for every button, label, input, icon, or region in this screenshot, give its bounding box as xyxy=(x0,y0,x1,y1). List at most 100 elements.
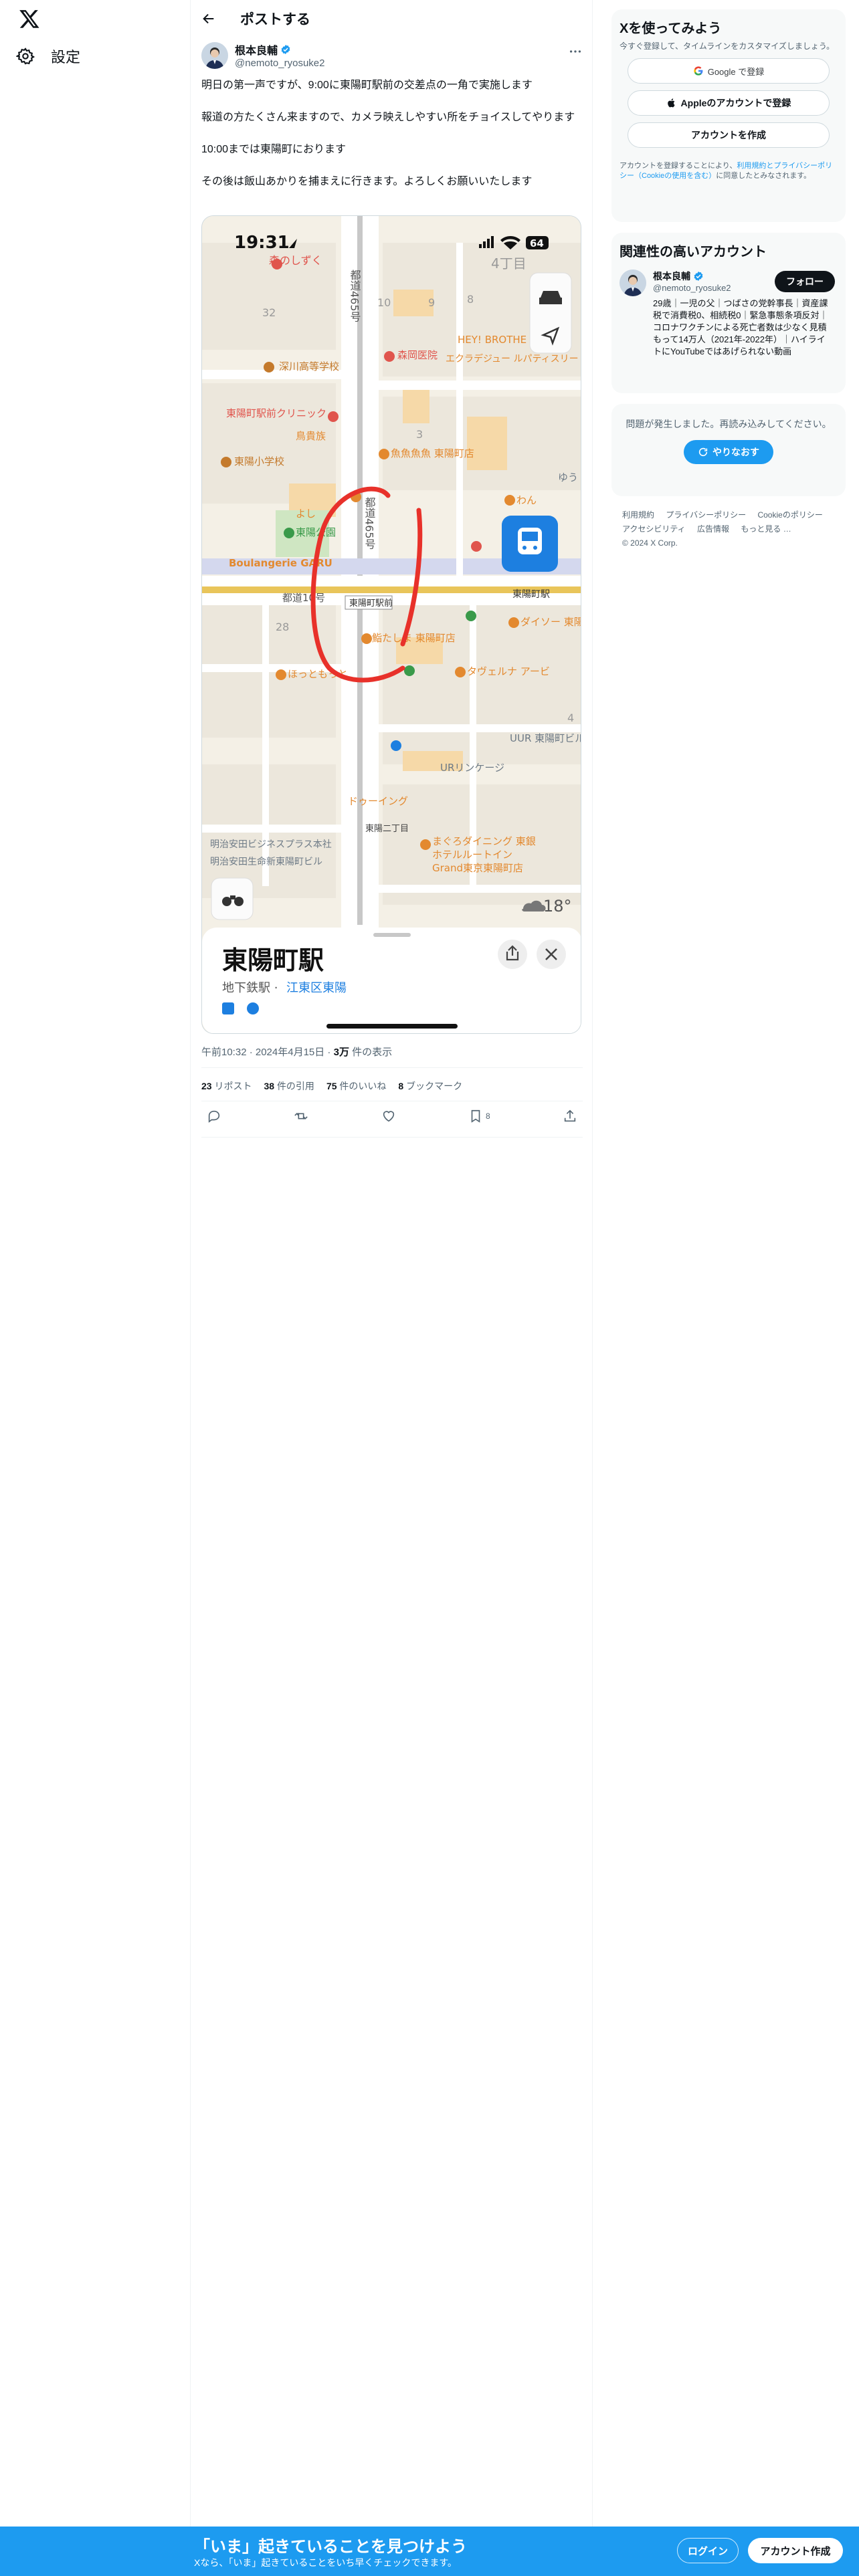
map-pin-icon[interactable] xyxy=(471,541,482,552)
map-label: 28 xyxy=(276,621,289,633)
tweet-media-image[interactable]: 19:31 64 4丁目 32 10 9 8 3 28 4 都道465号 都道4… xyxy=(201,215,581,1034)
relevant-account-row[interactable]: 根本良輔 @nemoto_ryosuke2 フォロー xyxy=(619,270,838,296)
stat-likes[interactable]: 75 件のいいね xyxy=(326,1079,386,1093)
footer-link[interactable]: プライバシーポリシー xyxy=(666,510,746,520)
map-place: わん xyxy=(516,494,537,506)
google-signup-button[interactable]: Google で登録 xyxy=(628,58,830,84)
footer-link[interactable]: Cookieのポリシー xyxy=(757,510,822,520)
map-label: 3 xyxy=(416,428,423,441)
more-options-icon[interactable] xyxy=(568,44,583,59)
error-message: 問題が発生しました。再読み込みしてください。 xyxy=(626,419,832,429)
stat-bookmarks[interactable]: 8 ブックマーク xyxy=(398,1079,462,1093)
create-account-label: アカウントを作成 xyxy=(691,130,766,140)
main-column: ポストする 根本良輔 @nemoto_ryosuke2 明日の第一声ですが、9:… xyxy=(190,0,593,2576)
footer-link[interactable]: 利用規約 xyxy=(622,510,654,520)
signup-terms: アカウントを登録することにより、利用規約とプライバシーポリシー（Cookieの使… xyxy=(619,162,833,180)
copyright: © 2024 X Corp. xyxy=(622,538,678,548)
like-button[interactable] xyxy=(381,1109,396,1123)
road-label: 都道465号 xyxy=(349,270,361,323)
map-place: 東陽町駅前クリニック xyxy=(226,407,326,419)
verified-badge-icon xyxy=(694,272,703,281)
map-label: 8 xyxy=(467,293,474,306)
footer-link[interactable]: 広告情報 xyxy=(697,524,729,534)
share-button[interactable] xyxy=(563,1109,577,1123)
signup-card: Xを使ってみよう 今すぐ登録して、タイムラインをカスタマイズしましょう。 Goo… xyxy=(611,9,846,222)
map-pin-icon[interactable] xyxy=(264,362,274,372)
banner-title: 「いま」起きていることを見つけよう xyxy=(194,2538,467,2556)
map-pin-icon[interactable] xyxy=(361,633,372,644)
map-place: エクラデジュー ルパティスリー xyxy=(446,353,579,364)
reply-button[interactable] xyxy=(207,1109,221,1123)
tweet-actions: 8 xyxy=(201,1109,583,1123)
follow-button[interactable]: フォロー xyxy=(775,271,835,292)
login-button[interactable]: ログイン xyxy=(677,2538,739,2563)
google-icon xyxy=(694,66,703,76)
map-pin-icon[interactable] xyxy=(404,665,415,676)
map-screenshot: 19:31 64 4丁目 32 10 9 8 3 28 4 都道465号 都道4… xyxy=(202,216,581,1033)
map-pin-icon[interactable] xyxy=(508,617,519,628)
map-pin-icon[interactable] xyxy=(466,611,476,621)
relevant-handle[interactable]: @nemoto_ryosuke2 xyxy=(653,283,731,293)
apple-icon xyxy=(667,98,675,108)
sheet-grabber[interactable] xyxy=(373,933,411,937)
map-pin-icon[interactable] xyxy=(384,351,395,362)
footer-link[interactable]: アクセシビリティ xyxy=(622,524,686,534)
apple-signup-button[interactable]: Appleのアカウントで登録 xyxy=(628,90,830,116)
signup-button[interactable]: アカウント作成 xyxy=(748,2538,843,2563)
map-place: 東陽二丁目 xyxy=(365,823,409,834)
map-pin-icon[interactable] xyxy=(272,259,282,270)
map-pin-icon[interactable] xyxy=(221,457,231,467)
map-pin-icon[interactable] xyxy=(455,667,466,677)
apple-signup-label: Appleのアカウントで登録 xyxy=(680,98,791,108)
map-place: UUR 東陽町ビル xyxy=(510,732,581,744)
error-card: 問題が発生しました。再読み込みしてください。 やりなおす xyxy=(611,404,846,496)
map-place: 鮨たしま 東陽町店 xyxy=(372,632,456,644)
road-label: 都道10号 xyxy=(282,592,325,604)
relevant-name[interactable]: 根本良輔 xyxy=(653,270,690,283)
map-place: よし xyxy=(296,508,316,520)
map-pin-icon[interactable] xyxy=(420,839,431,850)
map-controls[interactable] xyxy=(529,272,572,354)
map-pin-icon[interactable] xyxy=(328,411,339,422)
car-icon[interactable] xyxy=(539,291,562,304)
author-name[interactable]: 根本良輔 xyxy=(235,41,278,58)
views-count: 3万 xyxy=(333,1047,349,1058)
views-label: 件の表示 xyxy=(352,1047,393,1058)
stat-reposts[interactable]: 23 リポスト xyxy=(201,1079,252,1093)
tweet-author: 根本良輔 @nemoto_ryosuke2 xyxy=(201,41,583,69)
map-place: まぐろダイニング 東銀 xyxy=(432,835,536,847)
repost-icon xyxy=(294,1113,308,1119)
author-handle[interactable]: @nemoto_ryosuke2 xyxy=(235,58,324,69)
bookmark-button[interactable]: 8 xyxy=(468,1109,490,1123)
parking-icon[interactable] xyxy=(391,740,401,751)
footer-link[interactable]: もっと見る … xyxy=(741,524,791,534)
tweet-paragraph: 明日の第一声ですが、9:00に東陽町駅前の交差点の一角で実施します xyxy=(201,80,533,91)
tweet-paragraph: 10:00までは東陽町におります xyxy=(201,144,347,155)
map-pin-icon[interactable] xyxy=(379,449,389,459)
map-pin-icon[interactable] xyxy=(276,669,286,680)
sheet-subtitle-link[interactable]: 江東区東陽 xyxy=(286,981,347,995)
status-time: 19:31 xyxy=(234,233,290,253)
avatar[interactable] xyxy=(619,270,646,296)
create-account-button[interactable]: アカウントを作成 xyxy=(628,122,830,148)
map-place: 鳥貴族 xyxy=(296,430,326,442)
back-arrow-icon[interactable] xyxy=(201,11,216,26)
road-label: 都道465号 xyxy=(363,497,376,550)
repost-button[interactable] xyxy=(294,1109,308,1123)
retry-button[interactable]: やりなおす xyxy=(684,440,773,464)
google-signup-label: Google で登録 xyxy=(707,66,765,77)
tweet-timestamp[interactable]: 午前10:32 · 2024年4月15日 xyxy=(201,1047,324,1058)
sheet-title: 東陽町駅 xyxy=(222,946,324,975)
nav-settings[interactable]: 設定 xyxy=(16,45,80,67)
tweet-paragraph: その後は飯山あかりを捕まえに行きます。よろしくお願いいたします xyxy=(201,176,533,187)
x-logo-icon[interactable] xyxy=(19,8,40,29)
map-pin-icon[interactable] xyxy=(504,495,515,506)
map-place: 明治安田ビジネスプラス本社 xyxy=(210,839,332,850)
avatar[interactable] xyxy=(201,41,228,69)
station-box-label: 東陽町駅前 xyxy=(349,598,393,609)
map-place: タヴェルナ アービ xyxy=(467,665,550,677)
map-place: 東陽小学校 xyxy=(234,455,284,467)
map-place: ドゥーイング xyxy=(348,795,408,807)
stat-quotes[interactable]: 38 件の引用 xyxy=(264,1079,314,1093)
map-pin-icon[interactable] xyxy=(284,528,294,538)
